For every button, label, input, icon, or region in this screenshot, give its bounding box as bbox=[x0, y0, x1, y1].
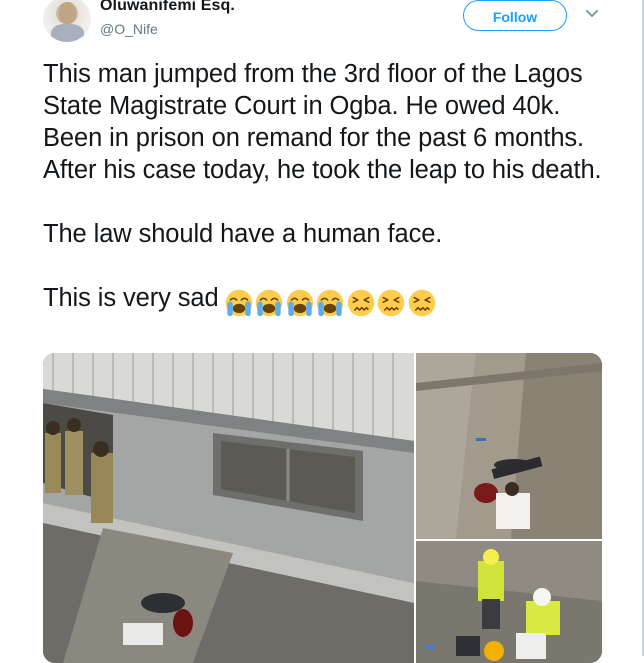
loudly-crying-face-icon bbox=[255, 290, 283, 317]
confounded-face-icon bbox=[408, 290, 435, 317]
tweet-paragraph: The law should have a human face. bbox=[43, 220, 443, 248]
chevron-down-icon[interactable] bbox=[585, 9, 599, 19]
loudly-crying-face-icon bbox=[286, 290, 313, 317]
author-name[interactable]: Oluwanifemi Esq. bbox=[100, 0, 235, 15]
tweet-text: This man jumped from the 3rd floor of th… bbox=[43, 58, 623, 318]
loudly-crying-face-icon bbox=[316, 290, 344, 317]
follow-button[interactable]: Follow bbox=[463, 0, 567, 31]
photo-building-ledge[interactable] bbox=[43, 353, 414, 663]
tweet-paragraph: This is very sad bbox=[43, 282, 623, 318]
confounded-face-icon bbox=[377, 290, 405, 317]
tweet-paragraph: This man jumped from the 3rd floor of th… bbox=[43, 60, 602, 184]
tweet-card: Oluwanifemi Esq. @O_Nife Follow This man… bbox=[0, 0, 644, 663]
confounded-face-icon bbox=[347, 290, 374, 317]
emoji-row bbox=[225, 286, 439, 318]
media-grid[interactable] bbox=[43, 353, 602, 663]
photo-man-on-ground[interactable] bbox=[416, 353, 602, 539]
photo-rescue-workers[interactable] bbox=[416, 541, 602, 663]
avatar[interactable] bbox=[43, 0, 91, 42]
tweet-paragraph-text: This is very sad bbox=[43, 284, 219, 312]
loudly-crying-face-icon bbox=[225, 290, 252, 317]
author-handle[interactable]: @O_Nife bbox=[100, 21, 158, 37]
